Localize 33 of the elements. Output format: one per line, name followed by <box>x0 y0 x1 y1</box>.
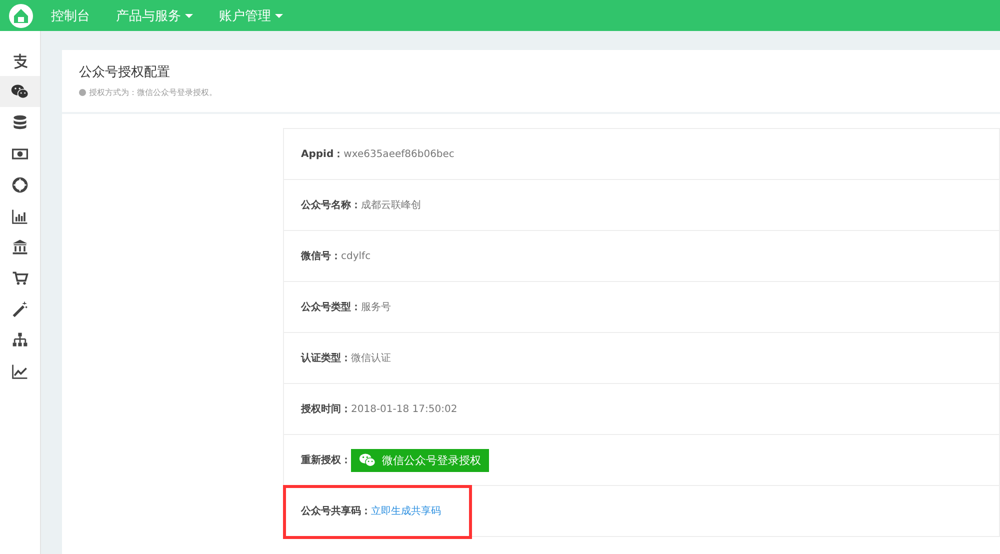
field-value: 成都云联峰创 <box>361 198 421 212</box>
help-icon <box>79 89 86 96</box>
bank-icon <box>11 238 29 256</box>
sitemap-icon <box>11 330 29 348</box>
field-value: 服务号 <box>361 301 391 314</box>
field-label: 重新授权： <box>301 453 351 467</box>
chat-bubbles-icon <box>11 84 29 99</box>
field-label: 授权时间： <box>301 402 351 416</box>
field-label: 微信号： <box>301 250 341 263</box>
sidebar-item[interactable] <box>0 76 40 107</box>
database-icon <box>11 114 29 132</box>
nav-menu-item[interactable]: 产品与服务 <box>116 6 193 24</box>
lifebuoy-icon <box>11 176 29 194</box>
cart-icon <box>11 268 29 286</box>
wechat-login-button[interactable]: 微信公众号登录授权 <box>351 448 489 472</box>
field-value: wxe635aeef86b06bec <box>344 148 454 160</box>
nav-menu-item[interactable]: 控制台 <box>51 6 90 24</box>
field-label: 认证类型： <box>301 352 351 365</box>
field-label: 公众号共享码： <box>301 504 371 518</box>
field-label: Appid： <box>301 148 344 161</box>
bar-chart-icon <box>11 206 29 224</box>
field-value: 2018-01-18 17:50:02 <box>351 404 458 414</box>
magic-wand-icon <box>11 300 29 318</box>
generate-code-link[interactable]: 立即生成共享码 <box>371 504 441 518</box>
line-chart-icon <box>11 362 29 380</box>
field-label: 公众号类型： <box>301 300 361 314</box>
nav-menu-item[interactable]: 账户管理 <box>219 6 283 24</box>
field-value: 微信认证 <box>351 352 391 365</box>
field-value: cdylfc <box>341 250 371 262</box>
hint-text: 授权方式为：微信公众号登录授权。 <box>89 87 217 98</box>
chat-bubbles-icon <box>359 453 376 467</box>
card-title: 公众号授权配置 <box>79 64 171 81</box>
field-label: 公众号名称： <box>301 198 361 212</box>
